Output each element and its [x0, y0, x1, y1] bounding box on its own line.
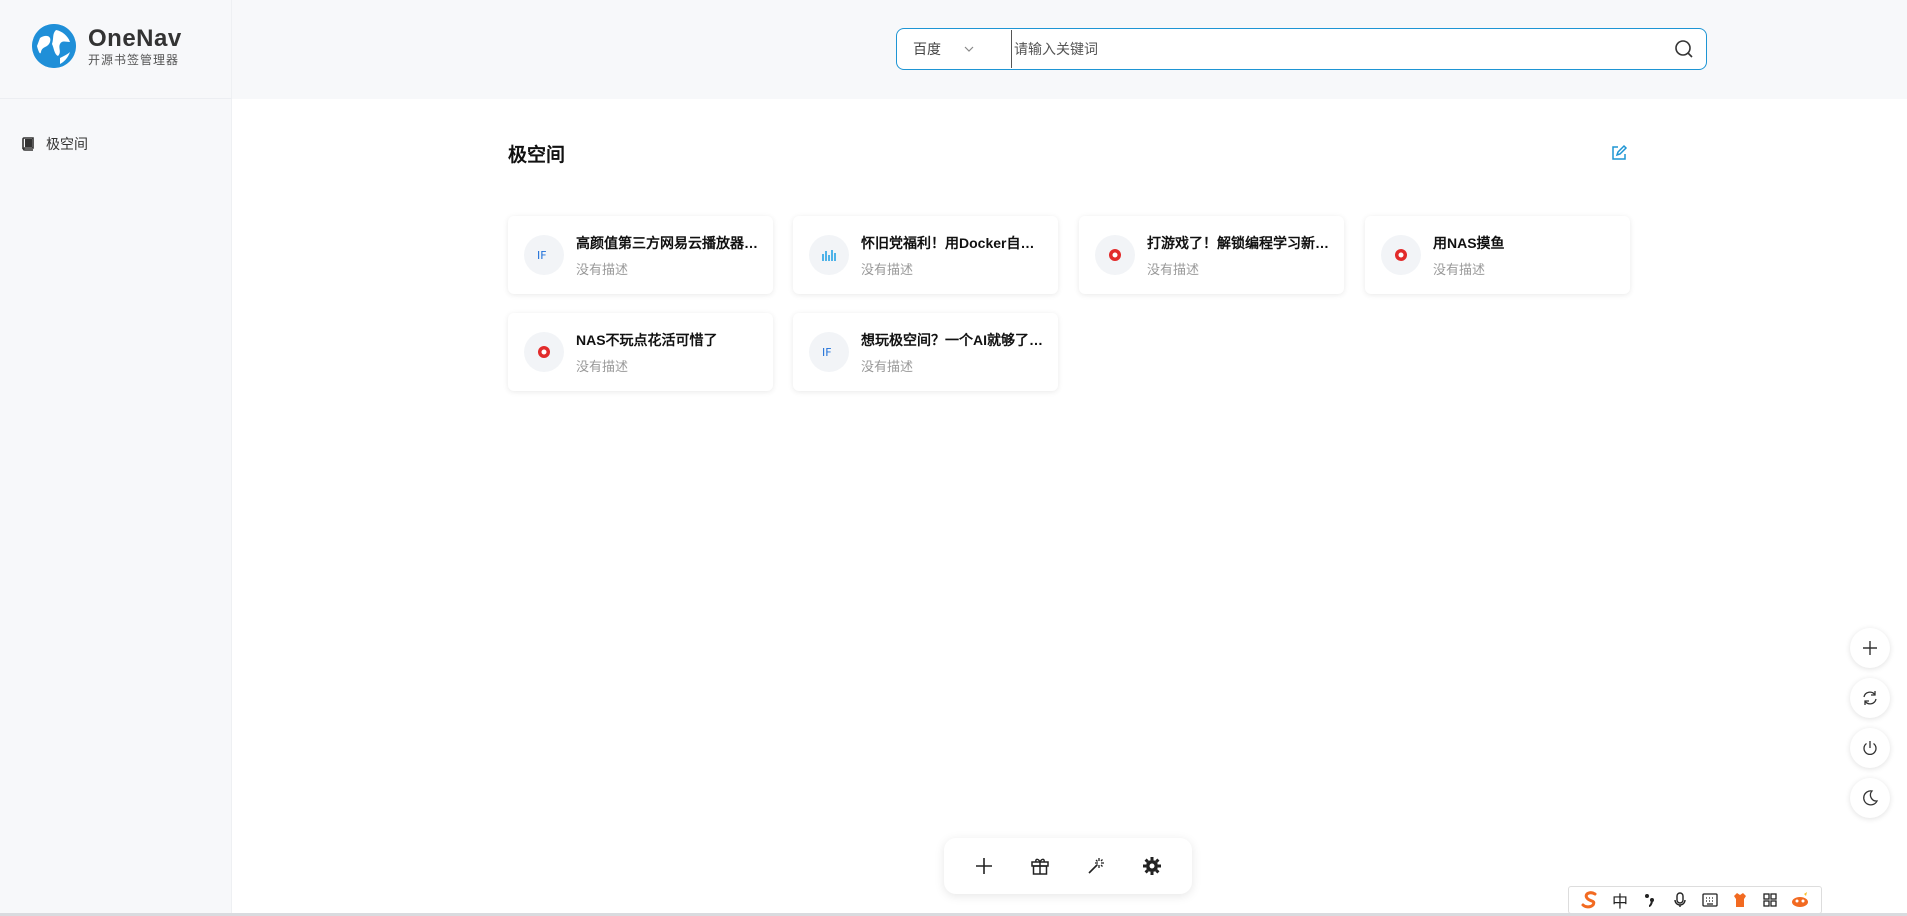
search-icon: [1675, 40, 1693, 58]
bookmark-desc: 没有描述: [1147, 261, 1200, 277]
bookmark-card[interactable]: 打游戏了！解锁编程学习新… 没有描述: [1079, 216, 1344, 294]
bookmark-card[interactable]: NAS不玩点花活可惜了 没有描述: [508, 313, 773, 391]
logo[interactable]: OneNav 开源书签管理器: [32, 24, 182, 68]
book-icon: [22, 137, 34, 151]
bookmark-card[interactable]: IF 高颜值第三方网易云播放器… 没有描述: [508, 216, 773, 294]
bookmark-title: 用NAS摸鱼: [1433, 234, 1505, 251]
search-bar: 百度: [896, 28, 1707, 70]
plus-icon: [1863, 641, 1877, 655]
bookmark-title: NAS不玩点花活可惜了: [576, 331, 718, 348]
brand-tagline: 开源书签管理器: [88, 52, 180, 67]
red-logo-favicon-icon: [1095, 235, 1135, 275]
edit-icon[interactable]: [1610, 144, 1628, 162]
refresh-icon: [1863, 691, 1877, 705]
header: 百度: [232, 0, 1907, 99]
keyboard-icon[interactable]: [1699, 889, 1721, 911]
red-logo-favicon-icon: [1381, 235, 1421, 275]
bookmark-desc: 没有描述: [576, 261, 629, 277]
gear-icon: [1143, 857, 1161, 875]
toolbox-grid-icon[interactable]: [1759, 889, 1781, 911]
search-button[interactable]: [1662, 29, 1706, 69]
bookmark-title: 怀旧党福利！用Docker自…: [861, 234, 1035, 251]
search-engine-select[interactable]: 百度: [897, 39, 1007, 59]
search-input[interactable]: [1011, 30, 1662, 68]
float-theme-button[interactable]: [1850, 778, 1890, 818]
ime-mode-toggle[interactable]: 中: [1609, 889, 1631, 911]
svg-text:IF: IF: [537, 249, 547, 262]
sidebar-divider: [0, 98, 232, 99]
bookmark-card[interactable]: IF 想玩极空间？一个AI就够了… 没有描述: [793, 313, 1058, 391]
moon-icon: [1863, 790, 1879, 806]
microphone-icon[interactable]: [1669, 889, 1691, 911]
float-power-button[interactable]: [1850, 728, 1890, 768]
sparkle-icon: [1088, 858, 1104, 874]
bookmark-card[interactable]: 用NAS摸鱼 没有描述: [1365, 216, 1630, 294]
zhihu-favicon-icon: IF: [809, 332, 849, 372]
float-add-button[interactable]: [1850, 628, 1890, 668]
logo-globe-icon: [32, 24, 76, 68]
bookmark-desc: 没有描述: [861, 261, 914, 277]
brand-name: OneNav: [88, 24, 182, 52]
search-engine-label: 百度: [913, 41, 941, 57]
bookmark-title: 高颜值第三方网易云播放器…: [576, 234, 758, 251]
chart-favicon-icon: [809, 235, 849, 275]
sogou-logo-icon[interactable]: [1579, 889, 1601, 911]
bookmark-card[interactable]: 怀旧党福利！用Docker自… 没有描述: [793, 216, 1058, 294]
bookmark-title: 打游戏了！解锁编程学习新…: [1147, 234, 1329, 251]
sidebar: OneNav 开源书签管理器 极空间: [0, 0, 232, 916]
sidebar-item-jikongjian[interactable]: 极空间: [20, 132, 88, 156]
settings-button[interactable]: [1138, 852, 1166, 880]
bookmark-desc: 没有描述: [576, 358, 629, 374]
red-logo-favicon-icon: [524, 332, 564, 372]
power-icon: [1863, 741, 1877, 755]
chevron-down-icon: [964, 46, 974, 52]
magic-button[interactable]: [1082, 852, 1110, 880]
gift-button[interactable]: [1026, 852, 1054, 880]
plus-icon: [976, 858, 992, 874]
bookmark-desc: 没有描述: [861, 358, 914, 374]
section-title: 极空间: [508, 145, 566, 166]
bookmark-title: 想玩极空间？一个AI就够了…: [861, 331, 1043, 348]
ime-toolbar: 中: [1568, 886, 1822, 914]
sidebar-item-label: 极空间: [46, 136, 88, 152]
mascot-icon[interactable]: [1789, 889, 1811, 911]
float-refresh-button[interactable]: [1850, 678, 1890, 718]
skin-icon[interactable]: [1729, 889, 1751, 911]
bottom-toolbar: [944, 838, 1192, 894]
bookmark-desc: 没有描述: [1433, 261, 1486, 277]
svg-text:IF: IF: [822, 346, 832, 359]
add-button[interactable]: [970, 852, 998, 880]
gift-icon: [1031, 858, 1049, 875]
zhihu-favicon-icon: IF: [524, 235, 564, 275]
punctuation-icon[interactable]: [1639, 889, 1661, 911]
